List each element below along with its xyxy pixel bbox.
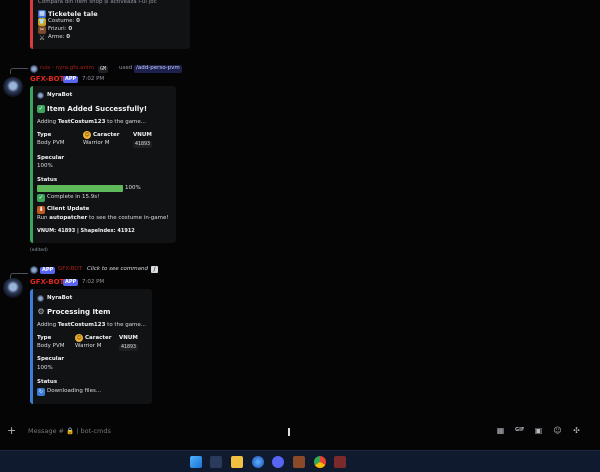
hair-value: 0 (68, 26, 73, 32)
embed-line: Compară din item shop șl activează l-ul … (38, 0, 157, 5)
weapons-label: Arme: (48, 34, 65, 40)
used-text: used (119, 65, 133, 71)
message-time: 7:02 PM (82, 279, 105, 285)
weapons-value: 0 (66, 34, 71, 40)
embed-author-icon (37, 92, 44, 99)
game-icon[interactable] (293, 456, 305, 468)
status-value: Downloading files... (47, 388, 102, 394)
update-text: Run autopatcher to see the costume in-ga… (37, 215, 169, 221)
embed-description: Adding TestCostum123 to the game... (37, 322, 147, 328)
app-badge: APP (63, 279, 79, 286)
type-label: Type (37, 132, 52, 138)
gif-icon[interactable]: GIF (515, 426, 524, 435)
vnum-label: VNUM (119, 335, 138, 341)
sticker-icon[interactable]: ▣ (534, 426, 543, 435)
costume-label: Costume: (48, 18, 75, 24)
embed-author-icon (37, 295, 44, 302)
embed-title: Processing Item (47, 308, 111, 316)
reply-avatar[interactable] (30, 266, 38, 274)
hair-icon: ✂ (38, 26, 46, 34)
author-name[interactable]: GFX-BOT (30, 76, 64, 83)
caracter-icon: ☺ (75, 334, 83, 342)
complete-text: Complete in 15.9s! (47, 194, 100, 200)
ticket-icon: ▦ (38, 10, 46, 18)
chrome-icon[interactable] (314, 456, 326, 468)
message-time: 7:02 PM (82, 76, 105, 82)
app-icon[interactable] (334, 456, 346, 468)
costume-icon: 👕 (38, 18, 46, 26)
browser-icon[interactable] (252, 456, 264, 468)
message-composer: + (0, 418, 600, 450)
hair-label: Frizuri: (48, 26, 67, 32)
embed-description: Adding TestCostum123 to the game... (37, 119, 147, 125)
text-cursor (288, 428, 290, 436)
embed-accent-bar (30, 0, 33, 49)
specular-label: Specular (37, 356, 65, 362)
specular-value: 100% (37, 365, 53, 371)
tickets-embed: Compară din item shop șl activează l-ul … (30, 0, 190, 49)
checkmark-icon: ✓ (37, 105, 45, 113)
message-list: Compară din item shop șl activează l-ul … (0, 0, 600, 418)
gift-icon[interactable]: ▦ (496, 426, 505, 435)
status-label: Status (37, 177, 58, 183)
discord-icon[interactable] (272, 456, 284, 468)
caracter-value: Warrior M (75, 343, 102, 349)
embed-footer: VNUM: 41893 | ShapeIndex: 41912 (37, 228, 135, 234)
embed-author: NyraBot (47, 92, 73, 98)
reply-username[interactable]: GFX-BOT (58, 266, 82, 273)
caracter-value: Warrior M (83, 140, 110, 146)
sword-icon: ⚔ (38, 34, 46, 42)
check-icon: ✓ (37, 194, 45, 202)
caracter-icon: ☺ (83, 131, 91, 139)
type-value: Body PVM (37, 343, 65, 349)
embed-title: Item Added Successfully! (47, 105, 148, 113)
app-badge: APP (63, 76, 79, 83)
reply-role-tag: GM (98, 66, 109, 73)
specular-label: Specular (37, 155, 65, 161)
embed-author: NyraBot (47, 295, 73, 301)
reply-app-badge: APP (40, 267, 56, 274)
emoji-icon[interactable]: ☺ (553, 426, 562, 435)
steam-icon[interactable] (210, 456, 222, 468)
command-mention[interactable]: /add-perso-pvm (134, 65, 182, 73)
embed-title: Ticketele tale (48, 10, 98, 18)
message-input[interactable] (28, 426, 258, 436)
vnum-value: 41893 (119, 344, 139, 351)
caracter-label: Caracter (85, 335, 112, 341)
bot-avatar[interactable] (3, 278, 23, 298)
apps-icon[interactable]: ✣ (572, 426, 581, 435)
update-title: Client Update (47, 206, 90, 212)
bot-avatar[interactable] (3, 77, 23, 97)
start-icon[interactable] (190, 456, 202, 468)
edited-label: (edited) (30, 248, 48, 253)
loading-icon: ↻ (37, 388, 45, 396)
item-added-embed: NyraBot ✓ Item Added Successfully! Addin… (30, 86, 176, 243)
taskbar (0, 450, 600, 472)
status-label: Status (37, 379, 58, 385)
reply-avatar[interactable] (30, 65, 38, 73)
folder-icon[interactable] (231, 456, 243, 468)
reply-connector (10, 68, 28, 74)
plus-icon[interactable]: + (7, 425, 16, 436)
costume-value: 0 (76, 18, 80, 24)
type-label: Type (37, 335, 52, 341)
type-value: Body PVM (37, 140, 65, 146)
processing-embed: NyraBot ⚙ Processing Item Adding TestCos… (30, 289, 152, 404)
progress-track (37, 185, 123, 192)
progress-text: 100% (125, 185, 141, 191)
gear-icon: ⚙ (37, 307, 45, 316)
reply-command-link[interactable]: Click to see command (87, 266, 148, 273)
slash-command-icon[interactable]: / (151, 266, 158, 273)
caracter-label: Caracter (93, 132, 120, 138)
embed-accent-bar (30, 86, 33, 243)
author-name[interactable]: GFX-BOT (30, 279, 64, 286)
embed-accent-bar (30, 289, 33, 404)
specular-value: 100% (37, 163, 53, 169)
reply-username[interactable]: ruis - nyra.gfx.anim (40, 65, 94, 72)
download-icon: ⬇ (37, 206, 45, 214)
vnum-value: 41893 (133, 141, 153, 148)
progress-fill (37, 185, 123, 192)
vnum-label: VNUM (133, 132, 152, 138)
